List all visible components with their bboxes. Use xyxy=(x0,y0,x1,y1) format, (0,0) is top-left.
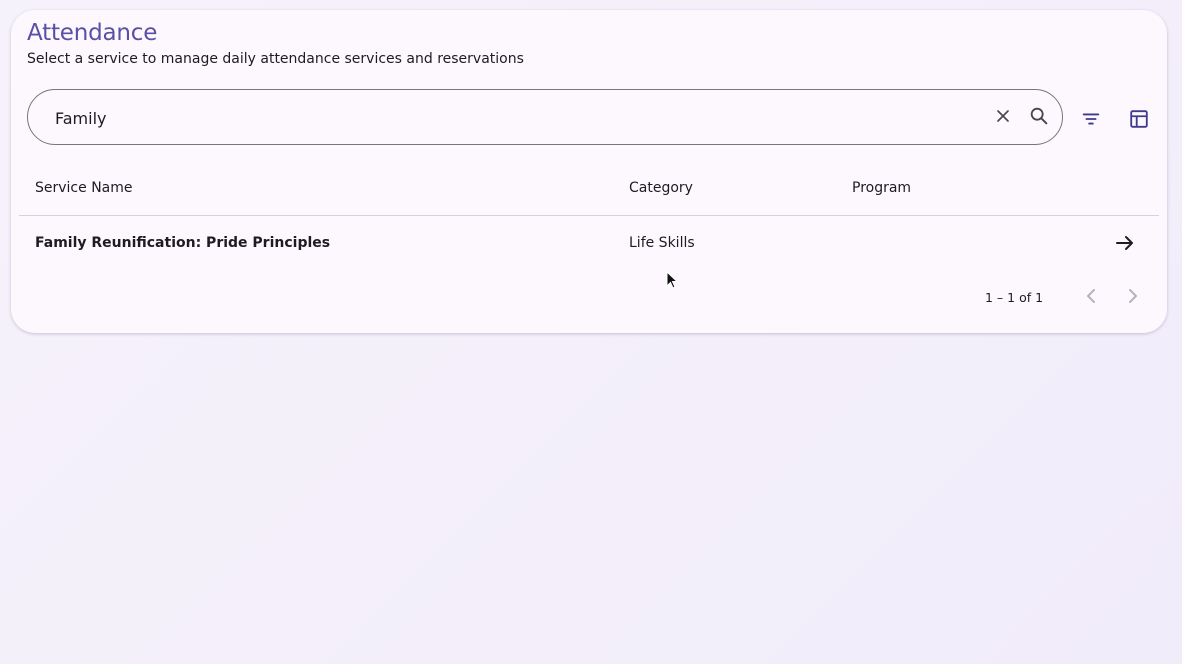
open-service-button[interactable] xyxy=(1113,231,1137,255)
table-header: Service Name Category Program xyxy=(19,160,1159,216)
table-row[interactable]: Family Reunification: Pride Principles L… xyxy=(19,217,1159,269)
cell-service-name: Family Reunification: Pride Principles xyxy=(35,235,331,251)
chevron-left-icon xyxy=(1087,289,1095,303)
column-header-category[interactable]: Category xyxy=(629,180,693,196)
services-table: Service Name Category Program Family Reu… xyxy=(19,160,1159,330)
next-page-button[interactable] xyxy=(1120,284,1144,308)
search-icon xyxy=(1030,107,1048,125)
arrow-right-icon xyxy=(1116,236,1133,250)
table-columns-icon xyxy=(1130,110,1148,128)
search-input[interactable] xyxy=(55,106,955,130)
filter-button[interactable] xyxy=(1077,105,1105,133)
column-header-program[interactable]: Program xyxy=(852,180,911,196)
cell-category: Life Skills xyxy=(629,235,695,251)
pagination-range: 1 – 1 of 1 xyxy=(985,290,1044,305)
columns-button[interactable] xyxy=(1125,105,1153,133)
clear-search-button[interactable] xyxy=(989,102,1017,130)
page-subtitle: Select a service to manage daily attenda… xyxy=(27,51,524,67)
column-header-service-name[interactable]: Service Name xyxy=(35,180,133,196)
search-button[interactable] xyxy=(1025,102,1053,130)
chevron-right-icon xyxy=(1129,289,1137,303)
attendance-card: Attendance Select a service to manage da… xyxy=(11,10,1167,333)
close-icon xyxy=(997,110,1009,122)
page: Attendance Select a service to manage da… xyxy=(0,0,1182,664)
previous-page-button[interactable] xyxy=(1080,284,1104,308)
page-title: Attendance xyxy=(27,20,158,46)
search-bar[interactable] xyxy=(27,89,1063,145)
filter-icon xyxy=(1082,113,1100,125)
mouse-cursor-icon xyxy=(666,271,679,289)
